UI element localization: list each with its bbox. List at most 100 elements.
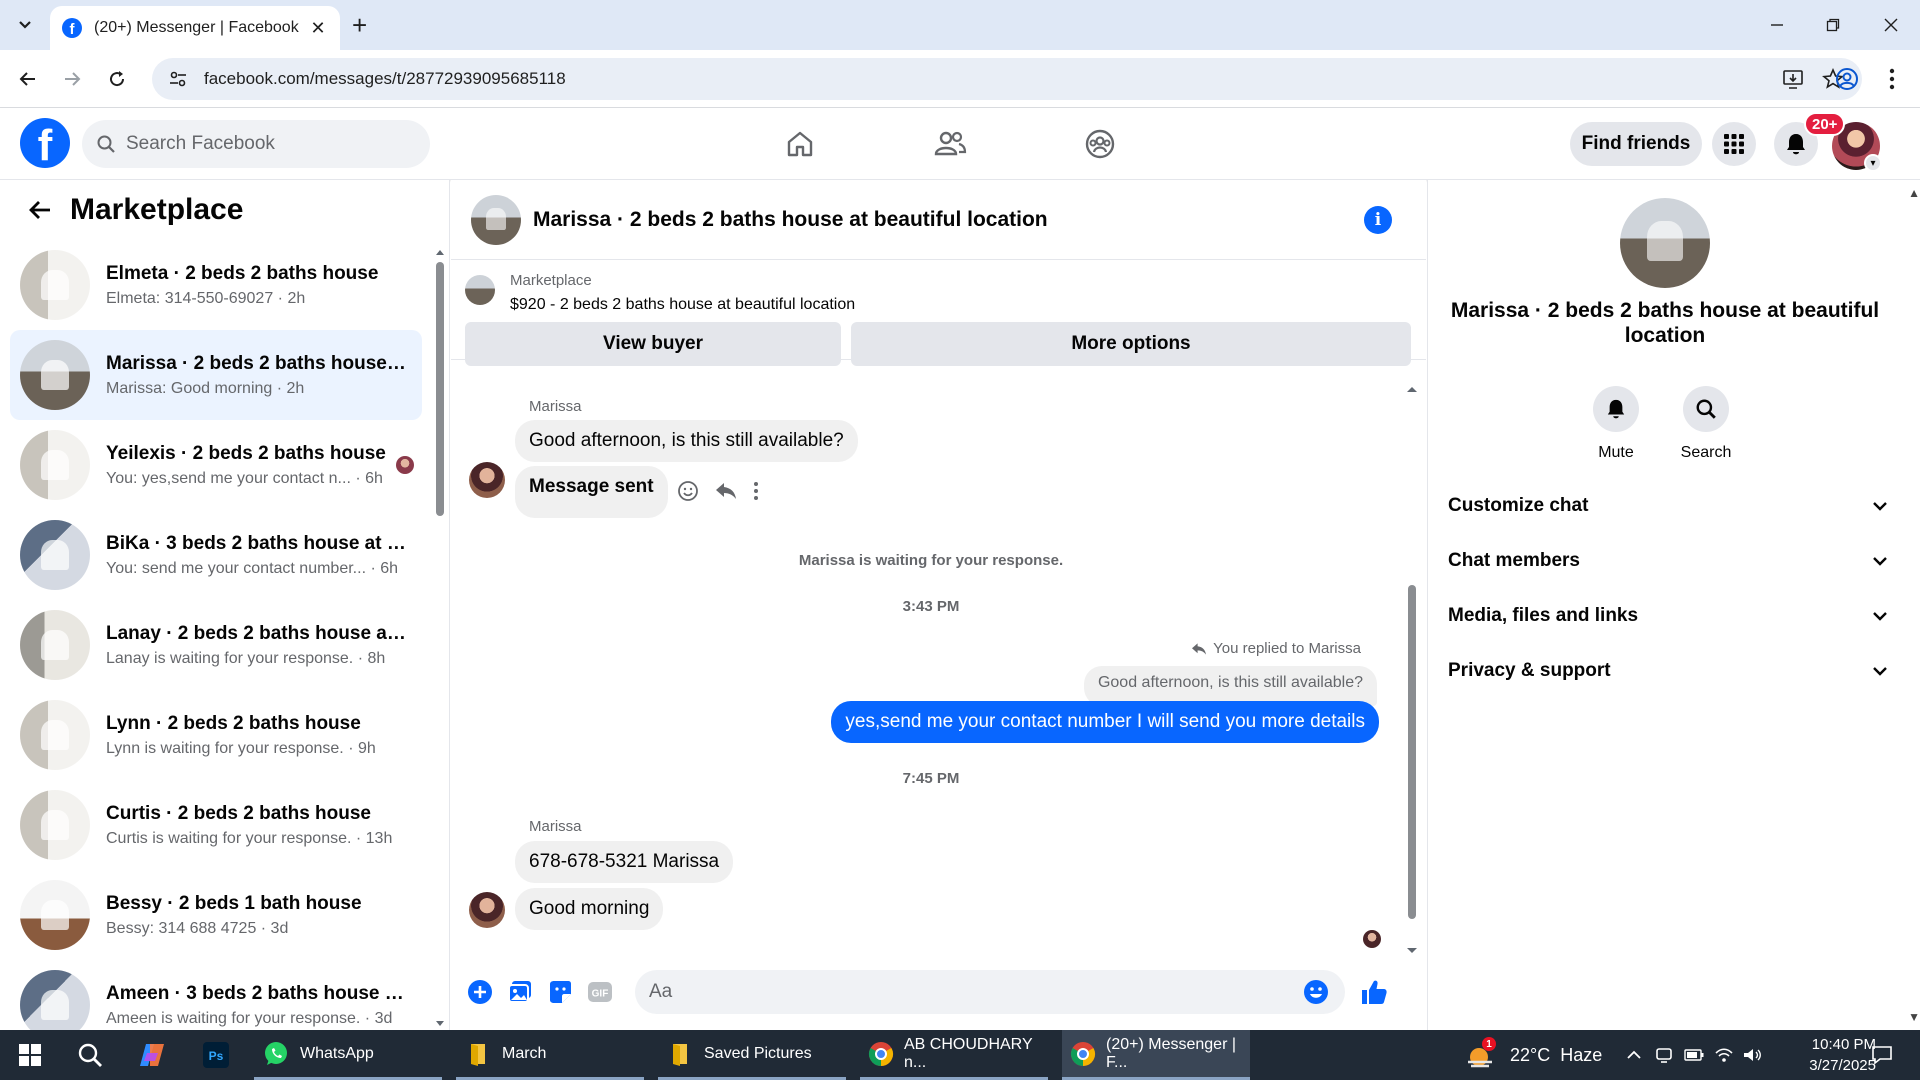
close-window-icon[interactable] bbox=[1871, 10, 1911, 40]
taskbar-app-saved-pictures[interactable]: Saved Pictures bbox=[658, 1030, 846, 1080]
message-list: Marissa Good afternoon, is this still av… bbox=[451, 380, 1411, 948]
scrollbar-thumb[interactable] bbox=[436, 262, 444, 516]
system-clock[interactable]: 10:40 PM 3/27/2025 bbox=[1766, 1034, 1876, 1076]
message-input[interactable] bbox=[635, 970, 1345, 1014]
scroll-down-arrow-icon[interactable] bbox=[1406, 947, 1418, 955]
back-icon[interactable] bbox=[12, 63, 44, 95]
facebook-search[interactable] bbox=[82, 120, 430, 168]
account-dropdown-chevron-icon[interactable]: ▾ bbox=[1864, 154, 1882, 172]
chat-preview: Lynn is waiting for your response. · 9h bbox=[106, 739, 376, 757]
address-bar[interactable]: facebook.com/messages/t/2877293909568511… bbox=[152, 58, 1862, 100]
chat-item-elmeta[interactable]: Elmeta · 2 beds 2 baths house Elmeta: 31… bbox=[10, 240, 422, 330]
sticker-icon[interactable] bbox=[541, 973, 579, 1011]
restore-icon[interactable] bbox=[1813, 10, 1853, 40]
menu-grid-icon[interactable] bbox=[1712, 122, 1756, 166]
taskbar-app-chrome-messenger[interactable]: (20+) Messenger | F... bbox=[1062, 1030, 1250, 1080]
chat-item-lanay[interactable]: Lanay · 2 beds 2 baths house at ... Lana… bbox=[10, 600, 422, 690]
sender-avatar[interactable] bbox=[469, 892, 505, 928]
conversation-avatar[interactable] bbox=[471, 194, 521, 245]
sender-avatar[interactable] bbox=[469, 462, 505, 498]
notification-count-badge: 20+ bbox=[1804, 112, 1846, 136]
taskbar-app-march-folder[interactable]: March bbox=[456, 1030, 644, 1080]
section-media-files-links[interactable]: Media, files and links bbox=[1448, 596, 1888, 636]
tab-search-button[interactable] bbox=[10, 10, 40, 40]
taskbar-search-icon[interactable] bbox=[70, 1035, 110, 1075]
chat-item-bika[interactable]: BiKa · 3 beds 2 baths house at b... You:… bbox=[10, 510, 422, 600]
seen-by-avatar bbox=[396, 456, 414, 474]
more-options-button[interactable]: More options bbox=[851, 322, 1411, 366]
chat-item-bessy[interactable]: Bessy · 2 beds 1 bath house Bessy: 314 6… bbox=[10, 870, 422, 960]
reply-icon[interactable] bbox=[715, 481, 737, 501]
quoted-message[interactable]: Good afternoon, is this still available? bbox=[1083, 666, 1377, 706]
chat-item-curtis[interactable]: Curtis · 2 beds 2 baths house Curtis is … bbox=[10, 780, 422, 870]
listing-title[interactable]: $920 - 2 beds 2 baths house at beautiful… bbox=[510, 296, 855, 314]
browser-menu-icon[interactable] bbox=[1876, 63, 1908, 95]
windows-start-icon[interactable] bbox=[10, 1035, 50, 1075]
scroll-down-arrow-icon[interactable]: ▼ bbox=[1908, 1010, 1920, 1024]
install-app-icon[interactable] bbox=[1780, 66, 1806, 92]
site-settings-icon[interactable] bbox=[168, 69, 188, 89]
chat-name: Lanay · 2 beds 2 baths house at ... bbox=[106, 622, 406, 644]
search-input[interactable] bbox=[126, 133, 406, 155]
scroll-up-arrow-icon[interactable]: ▲ bbox=[1908, 186, 1920, 200]
message-composer: GIF bbox=[451, 962, 1426, 1022]
info-icon[interactable]: i bbox=[1364, 205, 1392, 234]
friends-icon[interactable] bbox=[920, 122, 980, 166]
scroll-down-arrow-icon[interactable] bbox=[435, 1020, 445, 1028]
gif-icon[interactable]: GIF bbox=[581, 973, 619, 1011]
section-label: Customize chat bbox=[1448, 495, 1589, 516]
forward-icon[interactable] bbox=[56, 63, 88, 95]
groups-icon[interactable] bbox=[1070, 122, 1130, 166]
section-chat-members[interactable]: Chat members bbox=[1448, 541, 1888, 581]
minimize-icon[interactable] bbox=[1757, 10, 1797, 40]
weather-widget[interactable]: 1 22°C Haze bbox=[1466, 1030, 1602, 1080]
react-emoji-icon[interactable] bbox=[677, 480, 699, 502]
chat-name: Lynn · 2 beds 2 baths house bbox=[106, 712, 361, 734]
facebook-logo-icon[interactable]: f bbox=[20, 118, 70, 168]
home-icon[interactable] bbox=[770, 122, 830, 166]
chat-item-lynn[interactable]: Lynn · 2 beds 2 baths house Lynn is wait… bbox=[10, 690, 422, 780]
scroll-up-arrow-icon[interactable] bbox=[435, 248, 445, 256]
conversation-title[interactable]: Marissa · 2 beds 2 baths house at beauti… bbox=[533, 208, 1364, 232]
more-vertical-icon[interactable] bbox=[753, 481, 759, 501]
message-bubble-incoming[interactable]: Message sent bbox=[515, 466, 668, 518]
chat-item-yeilexis[interactable]: Yeilexis · 2 beds 2 baths house You: yes… bbox=[10, 420, 422, 510]
chat-name: Marissa · 2 beds 2 baths house a... bbox=[106, 352, 406, 374]
message-bubble-incoming[interactable]: Good morning bbox=[515, 888, 664, 930]
message-bubble-incoming[interactable]: 678-678-5321 Marissa bbox=[515, 841, 734, 883]
conversation-scrollbar[interactable] bbox=[1406, 385, 1418, 955]
find-friends-button[interactable]: Find friends bbox=[1570, 122, 1702, 166]
browser-tab-messenger[interactable]: f (20+) Messenger | Facebook ✕ bbox=[50, 6, 340, 50]
message-bubble-incoming[interactable]: Good afternoon, is this still available? bbox=[515, 420, 858, 462]
view-buyer-button[interactable]: View buyer bbox=[465, 322, 841, 366]
tab-close-icon[interactable]: ✕ bbox=[308, 18, 328, 39]
section-customize-chat[interactable]: Customize chat bbox=[1448, 486, 1888, 526]
new-tab-button[interactable]: + bbox=[352, 12, 367, 38]
notification-center-icon[interactable] bbox=[1862, 1035, 1902, 1075]
marketplace-title: Marketplace bbox=[70, 193, 244, 226]
chat-info-avatar[interactable] bbox=[1620, 198, 1710, 288]
photo-icon[interactable] bbox=[501, 973, 539, 1011]
taskbar-app-chrome-ab-choudhary[interactable]: AB CHOUDHARY n... bbox=[860, 1030, 1048, 1080]
scroll-up-arrow-icon[interactable] bbox=[1406, 385, 1418, 393]
emoji-icon[interactable] bbox=[1297, 973, 1335, 1011]
chat-list-scrollbar[interactable] bbox=[434, 248, 446, 1028]
section-label: Privacy & support bbox=[1448, 660, 1611, 681]
reply-icon bbox=[1192, 642, 1207, 655]
back-arrow-icon[interactable] bbox=[20, 190, 60, 230]
thumbs-up-icon[interactable] bbox=[1355, 973, 1393, 1011]
photoshop-icon[interactable]: Ps bbox=[196, 1035, 236, 1075]
chat-item-ameen[interactable]: Ameen · 3 beds 2 baths house a... Ameen … bbox=[10, 960, 422, 1030]
section-privacy-support[interactable]: Privacy & support bbox=[1448, 651, 1888, 691]
mute-button[interactable]: Mute bbox=[1576, 386, 1656, 462]
chat-thumbnail bbox=[20, 250, 90, 320]
message-bubble-outgoing[interactable]: yes,send me your contact number I will s… bbox=[831, 701, 1379, 743]
search-conversation-button[interactable]: Search bbox=[1666, 386, 1746, 462]
plus-circle-icon[interactable] bbox=[461, 973, 499, 1011]
copilot-icon[interactable] bbox=[132, 1035, 172, 1075]
reload-icon[interactable] bbox=[101, 63, 133, 95]
profile-icon[interactable] bbox=[1831, 63, 1863, 95]
chat-item-marissa[interactable]: Marissa · 2 beds 2 baths house a... Mari… bbox=[10, 330, 422, 420]
taskbar-app-whatsapp[interactable]: WhatsApp bbox=[254, 1030, 442, 1080]
scrollbar-thumb[interactable] bbox=[1408, 585, 1416, 919]
